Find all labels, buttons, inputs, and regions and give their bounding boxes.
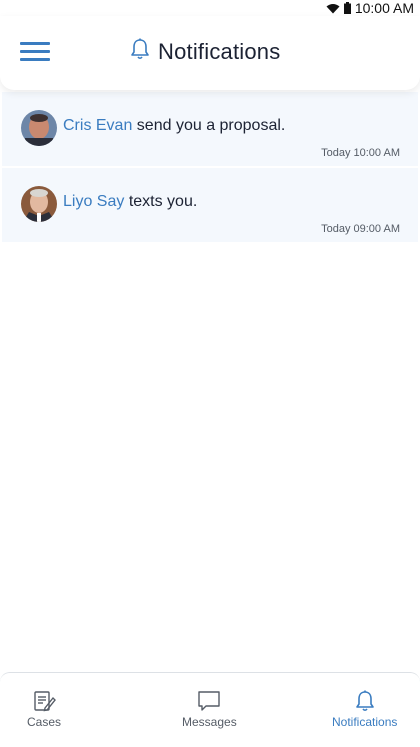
sender-name[interactable]: Liyo Say: [63, 193, 124, 210]
notification-item[interactable]: Liyo Say texts you. Today 09:00 AM: [2, 168, 418, 242]
nav-messages[interactable]: Messages: [182, 689, 237, 729]
nav-label: Messages: [182, 715, 237, 729]
app-header: Notifications: [0, 16, 420, 90]
bell-icon: [355, 689, 375, 713]
document-edit-icon: [32, 689, 56, 713]
notification-text: Cris Evan send you a proposal.: [63, 117, 285, 135]
page-title: Notifications: [158, 38, 281, 64]
avatar: [21, 186, 57, 222]
header-title-group: Notifications: [130, 38, 280, 65]
notification-text: Liyo Say texts you.: [63, 193, 197, 211]
status-bar: 10:00 AM: [0, 0, 420, 16]
wifi-icon: [326, 3, 340, 14]
chat-bubble-icon: [197, 689, 221, 713]
nav-label: Cases: [27, 715, 62, 729]
notification-item[interactable]: Cris Evan send you a proposal. Today 10:…: [2, 92, 418, 166]
bottom-navigation: Cases Messages Notifications: [0, 672, 420, 747]
nav-notifications[interactable]: Notifications: [332, 689, 397, 729]
hamburger-menu-icon[interactable]: [20, 42, 50, 62]
notification-message: texts you.: [124, 193, 198, 210]
battery-icon: [343, 2, 351, 14]
notification-time: Today 10:00 AM: [321, 147, 400, 159]
sender-name[interactable]: Cris Evan: [63, 117, 132, 134]
nav-label: Notifications: [332, 715, 398, 729]
notification-list: Cris Evan send you a proposal. Today 10:…: [2, 92, 418, 244]
bell-icon: [130, 38, 150, 65]
status-time: 10:00 AM: [354, 0, 414, 16]
avatar: [21, 110, 57, 146]
notification-message: send you a proposal.: [132, 117, 286, 134]
notification-time: Today 09:00 AM: [321, 223, 400, 235]
nav-cases[interactable]: Cases: [27, 689, 61, 729]
